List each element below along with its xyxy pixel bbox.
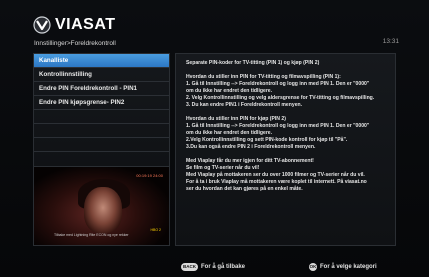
promo-line: Med Viaplay på mottakeren ser du over 10… <box>186 172 365 178</box>
ok-hint-label: For å velge kategori <box>320 264 377 270</box>
pin2-step: 2.Velg Kontrollinnstilling og sett PIN-k… <box>186 137 348 143</box>
settings-menu: Kanalliste Kontrollinnstilling Endre PIN… <box>33 53 170 168</box>
pin2-instructions: Hvordan du stiller inn PIN for kjøp (PIN… <box>186 116 389 151</box>
preview-figure-face <box>84 187 122 233</box>
live-tv-preview: 00:19:19 24:00 HBO 2 Tilbake med Lightni… <box>33 166 170 246</box>
menu-item-endre-pin2[interactable]: Endre PIN kjøpsgrense- PIN2 <box>34 96 169 110</box>
promo-line: Se film og TV-serier når du vil! <box>186 165 260 171</box>
pin1-instructions: Hvordan du stiller inn PIN for TV-tittin… <box>186 74 389 109</box>
brand-name: VIASAT <box>55 16 116 33</box>
pin1-step: 1. Gå til Innstilling --> Foreldrekontro… <box>186 81 370 87</box>
pin1-step: 2. Velg Kontrollinnstilling og velg alde… <box>186 95 375 101</box>
promo-line: Med Viaplay får du mer igjen for ditt TV… <box>186 158 314 164</box>
back-hint[interactable]: BACK For å gå tilbake <box>181 263 245 271</box>
menu-empty-row <box>34 110 169 124</box>
menu-empty-row <box>34 124 169 138</box>
preview-time: 00:19:19 24:00 <box>136 173 163 178</box>
footer-hints: BACK For å gå tilbake OK For å velge kat… <box>0 258 429 277</box>
pin2-step: 3.Du kan også endre PIN 2 i Foreldrekont… <box>186 144 316 150</box>
pin1-step: 3. Du kan endre PIN1 i Foreldrekontroll … <box>186 102 303 108</box>
preview-channel-tag: HBO 2 <box>150 228 161 232</box>
clock: 13:31 <box>382 38 399 45</box>
preview-caption: Tilbake med Lightning Rite ECON og nye r… <box>54 233 129 237</box>
pin1-step: om du ikke har endret den tidligere. <box>186 88 273 94</box>
menu-item-kanalliste[interactable]: Kanalliste <box>34 54 169 68</box>
viasat-logo-icon <box>33 16 51 34</box>
breadcrumb: Innstillinger>Foreldrekontroll <box>34 40 116 47</box>
pin1-heading: Hvordan du stiller inn PIN for TV-tittin… <box>186 74 341 80</box>
info-title-block: Separate PIN-koder for TV-titting (PIN 1… <box>186 60 389 67</box>
menu-item-endre-pin1[interactable]: Endre PIN Foreldrekontroll - PIN1 <box>34 82 169 96</box>
info-title: Separate PIN-koder for TV-titting (PIN 1… <box>186 60 320 66</box>
tv-settings-screen: VIASAT Innstillinger>Foreldrekontroll 13… <box>0 0 429 277</box>
pin2-heading: Hvordan du stiller inn PIN for kjøp (PIN… <box>186 116 286 122</box>
pin2-step: om du ikke har endret den tidligere. <box>186 130 273 136</box>
back-key-icon: BACK <box>181 263 198 271</box>
back-hint-label: For å gå tilbake <box>201 264 246 270</box>
menu-item-kontrollinnstilling[interactable]: Kontrollinnstilling <box>34 68 169 82</box>
pin2-step: 1. Gå til Innstilling --> Foreldrekontro… <box>186 123 370 129</box>
info-panel: Separate PIN-koder for TV-titting (PIN 1… <box>175 53 396 246</box>
viaplay-promo: Med Viaplay får du mer igjen for ditt TV… <box>186 158 389 193</box>
menu-empty-row <box>34 138 169 152</box>
ok-key-icon: OK <box>309 263 317 271</box>
promo-line: ser du hvordan det kan gjøres på en enke… <box>186 186 303 192</box>
promo-line: For å ta i bruk Viaplay må mottakeren væ… <box>186 179 367 185</box>
ok-hint[interactable]: OK For å velge kategori <box>309 263 377 271</box>
viasat-logo: VIASAT <box>33 14 115 36</box>
